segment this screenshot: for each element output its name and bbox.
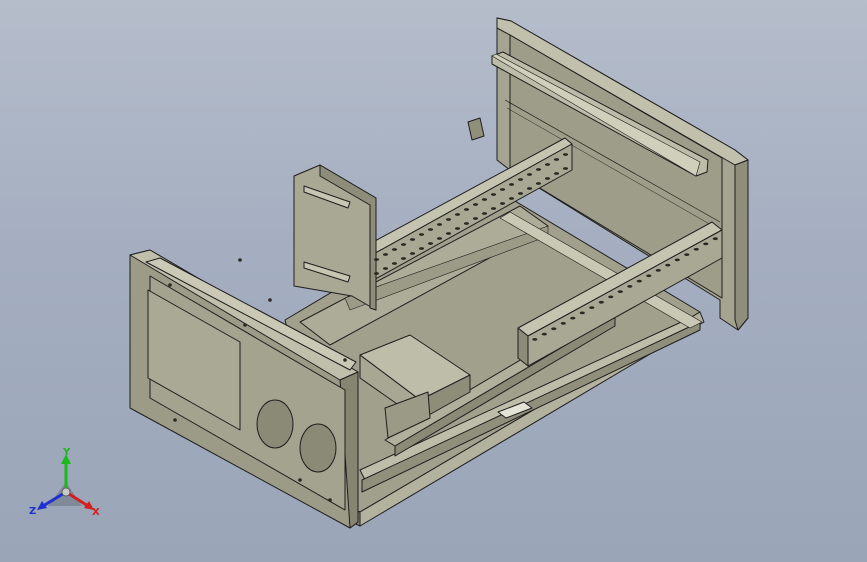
rail-slot	[508, 183, 515, 186]
rail-slot	[617, 290, 623, 293]
rail-slot	[499, 202, 506, 205]
panel-screw-hole	[328, 498, 332, 502]
rail-slot	[445, 218, 452, 221]
rail-slot	[373, 258, 380, 261]
rail-slot	[373, 272, 380, 275]
rail-slot	[382, 267, 389, 270]
rail-slot	[391, 262, 398, 265]
rail-slot	[684, 253, 690, 256]
rail-slot	[427, 228, 434, 231]
rail-slot	[472, 203, 479, 206]
rail-slot	[579, 311, 585, 315]
rail-slot	[418, 233, 425, 236]
mounting-bracket[interactable]	[293, 164, 377, 311]
rail-slot	[526, 187, 533, 190]
cad-model-chassis[interactable]	[0, 0, 867, 562]
triad-origin-icon	[61, 487, 71, 497]
rail-slot	[490, 207, 497, 210]
x-axis-label: X	[92, 507, 100, 518]
panel-screw-hole	[268, 298, 272, 302]
rail-slot	[454, 227, 461, 230]
rail-slot	[499, 188, 506, 191]
rail-slot	[400, 243, 407, 246]
panel-screw-hole	[238, 258, 242, 262]
rail-slot	[463, 208, 470, 211]
small-square-plate[interactable]	[467, 117, 485, 141]
rail-slot	[598, 300, 604, 304]
rail-slot	[445, 232, 452, 235]
rail-slot	[703, 242, 709, 246]
reference-triad[interactable]: Y X Z	[26, 447, 106, 524]
panel-screw-hole	[168, 283, 172, 287]
rail-slot	[400, 257, 407, 260]
rail-slot	[517, 192, 524, 195]
rail-slot	[409, 238, 416, 241]
rail-slot	[517, 178, 524, 181]
graphics-viewport[interactable]: Y X Z	[0, 0, 867, 562]
rail-slot	[544, 177, 551, 180]
rail-slot	[655, 269, 661, 272]
rail-slot	[553, 172, 560, 175]
rail-slot	[481, 212, 488, 215]
rail-slot	[436, 237, 443, 240]
rail-slot	[391, 248, 398, 251]
rail-slot	[636, 279, 642, 283]
panel-screw-hole	[173, 418, 177, 422]
rail-slot	[436, 223, 443, 226]
rail-slot	[608, 295, 614, 299]
rail-slot	[541, 332, 547, 336]
rail-slot	[532, 338, 538, 341]
rail-slot	[382, 253, 389, 256]
panel-screw-hole	[298, 478, 302, 482]
rail-slot	[627, 285, 633, 288]
rail-slot	[560, 322, 566, 325]
rail-slot	[463, 222, 470, 225]
rail-slot	[535, 182, 542, 185]
rail-slot	[544, 163, 551, 166]
front-panel[interactable]	[129, 249, 359, 529]
z-axis-label: Z	[29, 506, 36, 517]
rail-slot	[589, 306, 595, 309]
rail-slot	[674, 258, 680, 262]
rail-slot	[490, 193, 497, 196]
rail-slot	[562, 153, 569, 156]
panel-screw-hole	[243, 323, 247, 327]
rail-slot	[418, 247, 425, 250]
rail-slot	[553, 158, 560, 161]
rail-slot	[665, 263, 671, 267]
rail-slot	[427, 242, 434, 245]
rail-slot	[508, 197, 515, 200]
rail-slot	[409, 252, 416, 255]
rail-slot	[562, 167, 569, 170]
rail-slot	[551, 327, 557, 331]
rail-slot	[693, 247, 699, 251]
rail-slot	[570, 316, 576, 320]
rail-slot	[472, 217, 479, 220]
rail-slot	[526, 173, 533, 176]
rail-slot	[481, 198, 488, 201]
rail-slot	[646, 274, 652, 278]
y-axis-label: Y	[62, 448, 71, 458]
panel-screw-hole	[343, 358, 347, 362]
rail-slot	[454, 213, 461, 216]
rail-slot	[535, 168, 542, 171]
rail-slot	[712, 237, 718, 241]
